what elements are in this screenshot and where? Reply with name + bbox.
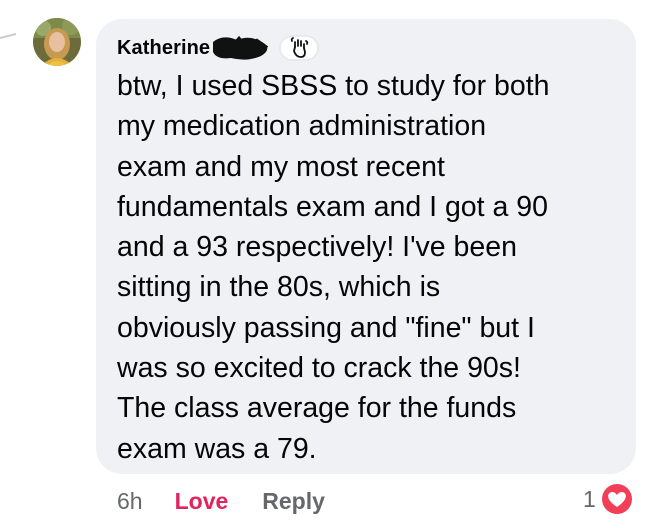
comment-screen: Katherine btw, I used SBSS to study for … — [0, 0, 663, 528]
love-reaction-button[interactable]: Love — [175, 488, 229, 515]
comment-timestamp[interactable]: 6h — [117, 488, 143, 515]
reaction-count: 1 — [583, 485, 596, 512]
reaction-summary[interactable]: 1 — [583, 481, 635, 517]
redacted-scribble — [213, 36, 269, 60]
reply-button[interactable]: Reply — [262, 488, 325, 515]
author-name[interactable]: Katherine — [117, 37, 210, 60]
comment-text: btw, I used SBSS to study for both my me… — [117, 70, 550, 465]
thread-connector-line — [0, 33, 16, 39]
waving-hand-icon — [279, 35, 319, 61]
heart-reaction-icon — [599, 482, 634, 516]
avatar[interactable] — [33, 18, 81, 66]
comment-actions: 6h Love Reply — [117, 485, 325, 517]
comment-author-row: Katherine — [117, 34, 319, 62]
